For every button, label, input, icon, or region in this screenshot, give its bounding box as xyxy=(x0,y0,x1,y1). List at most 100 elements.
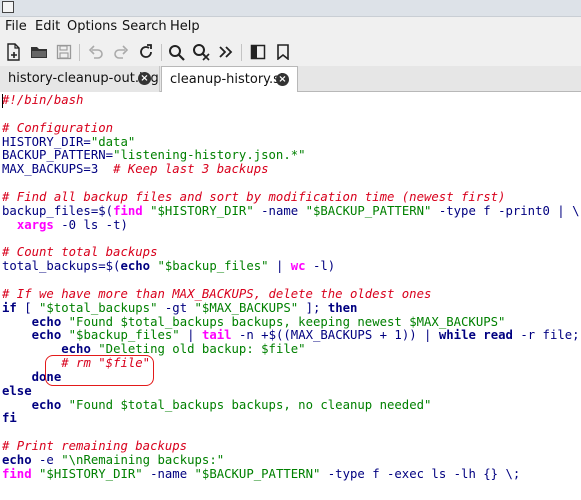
code-token: "$HISTORY_DIR" xyxy=(150,203,254,218)
code-token: wc xyxy=(290,259,306,274)
code-token: echo xyxy=(31,397,62,412)
code-token: tail xyxy=(201,328,232,343)
code-token: echo xyxy=(2,452,32,467)
sidebar-icon[interactable] xyxy=(247,41,269,63)
code-line: echo -e "\nRemaining backups:" xyxy=(2,452,581,468)
code-token: "$HISTORY_DIR" xyxy=(39,466,143,481)
code-token: # If we have more than MAX_BACKUPS, dele… xyxy=(2,286,432,301)
code-editor[interactable]: #!/bin/bash # Configuration HISTORY_DIR="… xyxy=(0,92,581,500)
code-line: # Print remaining backups xyxy=(2,439,581,454)
code-line: total_backups=$(echo "$backup_files" | w… xyxy=(2,259,581,274)
redo-icon[interactable] xyxy=(110,41,132,63)
text-cursor xyxy=(2,94,3,108)
code-token: find xyxy=(113,203,143,218)
code-token: "data" xyxy=(90,134,136,149)
menu-options[interactable]: Options xyxy=(67,19,117,34)
code-line: # Count total backups xyxy=(2,245,581,260)
code-line: # Find all backup files and sort by modi… xyxy=(2,189,581,205)
window-titlebar xyxy=(0,0,581,17)
tab-label: cleanup-history.sh xyxy=(170,72,289,87)
toolbar-separator xyxy=(161,44,162,61)
code-token: else xyxy=(2,383,32,398)
find-replace-icon[interactable] xyxy=(190,41,212,63)
code-token: echo xyxy=(31,328,62,343)
code-token: # Keep last 3 backups xyxy=(113,162,269,177)
code-token: "listening-history.json.*" xyxy=(113,148,306,163)
code-token: "$BACKUP_PATTERN" xyxy=(305,203,432,218)
code-text: #!/bin/bash # Configuration HISTORY_DIR="… xyxy=(2,93,581,482)
reload-icon[interactable] xyxy=(135,41,157,63)
code-line: # If we have more than MAX_BACKUPS, dele… xyxy=(2,286,581,302)
code-line: echo "Found $total_backups backups, keep… xyxy=(2,314,581,330)
code-token: MAX_BACKUPS=3 xyxy=(2,162,114,177)
tab-bar: history-cleanup-out.log × cleanup-histor… xyxy=(0,66,581,93)
tab-cleanup-history-sh[interactable]: cleanup-history.sh × xyxy=(161,66,298,93)
menu-bar: File Edit Options Search Help xyxy=(0,17,581,38)
code-token: HISTORY_DIR= xyxy=(2,134,91,149)
code-line: # Configuration xyxy=(2,121,581,136)
code-line: backup_files=$(find "$HISTORY_DIR" -name… xyxy=(2,203,581,219)
undo-icon[interactable] xyxy=(85,41,107,63)
new-file-icon[interactable] xyxy=(3,41,25,63)
code-line: echo "Found $total_backups backups, no c… xyxy=(2,397,581,413)
code-token: | xyxy=(179,328,202,343)
code-token: "$MAX_BACKUPS" xyxy=(194,300,299,315)
code-token: "\nRemaining backups:" xyxy=(61,452,225,467)
close-icon[interactable]: × xyxy=(276,73,289,86)
code-line: BACKUP_PATTERN="listening-history.json.*… xyxy=(2,148,581,163)
code-token: ]; xyxy=(298,300,328,315)
code-token: "Found $total_backups backups, no cleanu… xyxy=(68,397,432,412)
code-line: HISTORY_DIR="data" xyxy=(2,134,581,150)
code-token: | xyxy=(268,259,291,274)
menu-search[interactable]: Search xyxy=(122,19,167,34)
code-line: xargs -0 ls -t) xyxy=(2,217,581,233)
code-token: -name xyxy=(253,203,306,218)
code-line: echo "$backup_files" | tail -n +$((MAX_B… xyxy=(2,328,581,343)
code-token: "$BACKUP_PATTERN" xyxy=(194,466,321,481)
code-line: MAX_BACKUPS=3 # Keep last 3 backups xyxy=(2,162,581,177)
menu-edit[interactable]: Edit xyxy=(35,19,60,34)
menu-file[interactable]: File xyxy=(5,19,27,34)
tab-history-cleanup-out-log[interactable]: history-cleanup-out.log × xyxy=(0,66,160,92)
code-token: -l) xyxy=(305,259,336,274)
code-token: -r file; xyxy=(512,328,581,343)
menu-help[interactable]: Help xyxy=(170,19,200,34)
tab-label: history-cleanup-out.log xyxy=(8,71,159,86)
code-token: BACKUP_PATTERN= xyxy=(2,148,114,163)
code-token: while xyxy=(438,328,476,343)
code-token: -type f -print0 | \ xyxy=(431,203,580,218)
code-token: if xyxy=(2,300,17,315)
code-token: "$backup_files" xyxy=(157,259,269,274)
code-token: find xyxy=(2,466,32,481)
code-token: # Find all backup files and sort by modi… xyxy=(2,189,506,204)
code-token: fi xyxy=(2,411,17,426)
code-token: # Print remaining backups xyxy=(2,439,188,454)
more-icon[interactable] xyxy=(215,41,237,63)
code-token: # Count total backups xyxy=(2,245,158,260)
close-icon[interactable]: × xyxy=(138,72,151,85)
find-icon[interactable] xyxy=(165,41,187,63)
code-token: read xyxy=(483,328,513,343)
code-token: xargs xyxy=(16,217,54,232)
annotation-highlight-box xyxy=(45,355,154,386)
open-folder-icon[interactable] xyxy=(28,41,50,63)
code-token: backup_files=$( xyxy=(2,203,114,218)
code-line: find "$HISTORY_DIR" -name "$BACKUP_PATTE… xyxy=(2,466,581,482)
code-line: fi xyxy=(2,411,581,426)
code-token: #!/bin/bash xyxy=(2,93,84,107)
bookmark-icon[interactable] xyxy=(272,41,294,63)
code-token: -gt xyxy=(157,300,195,315)
save-icon[interactable] xyxy=(53,41,75,63)
window-menu-icon[interactable] xyxy=(2,1,14,13)
code-token: "Found $total_backups backups, keeping n… xyxy=(68,314,506,329)
